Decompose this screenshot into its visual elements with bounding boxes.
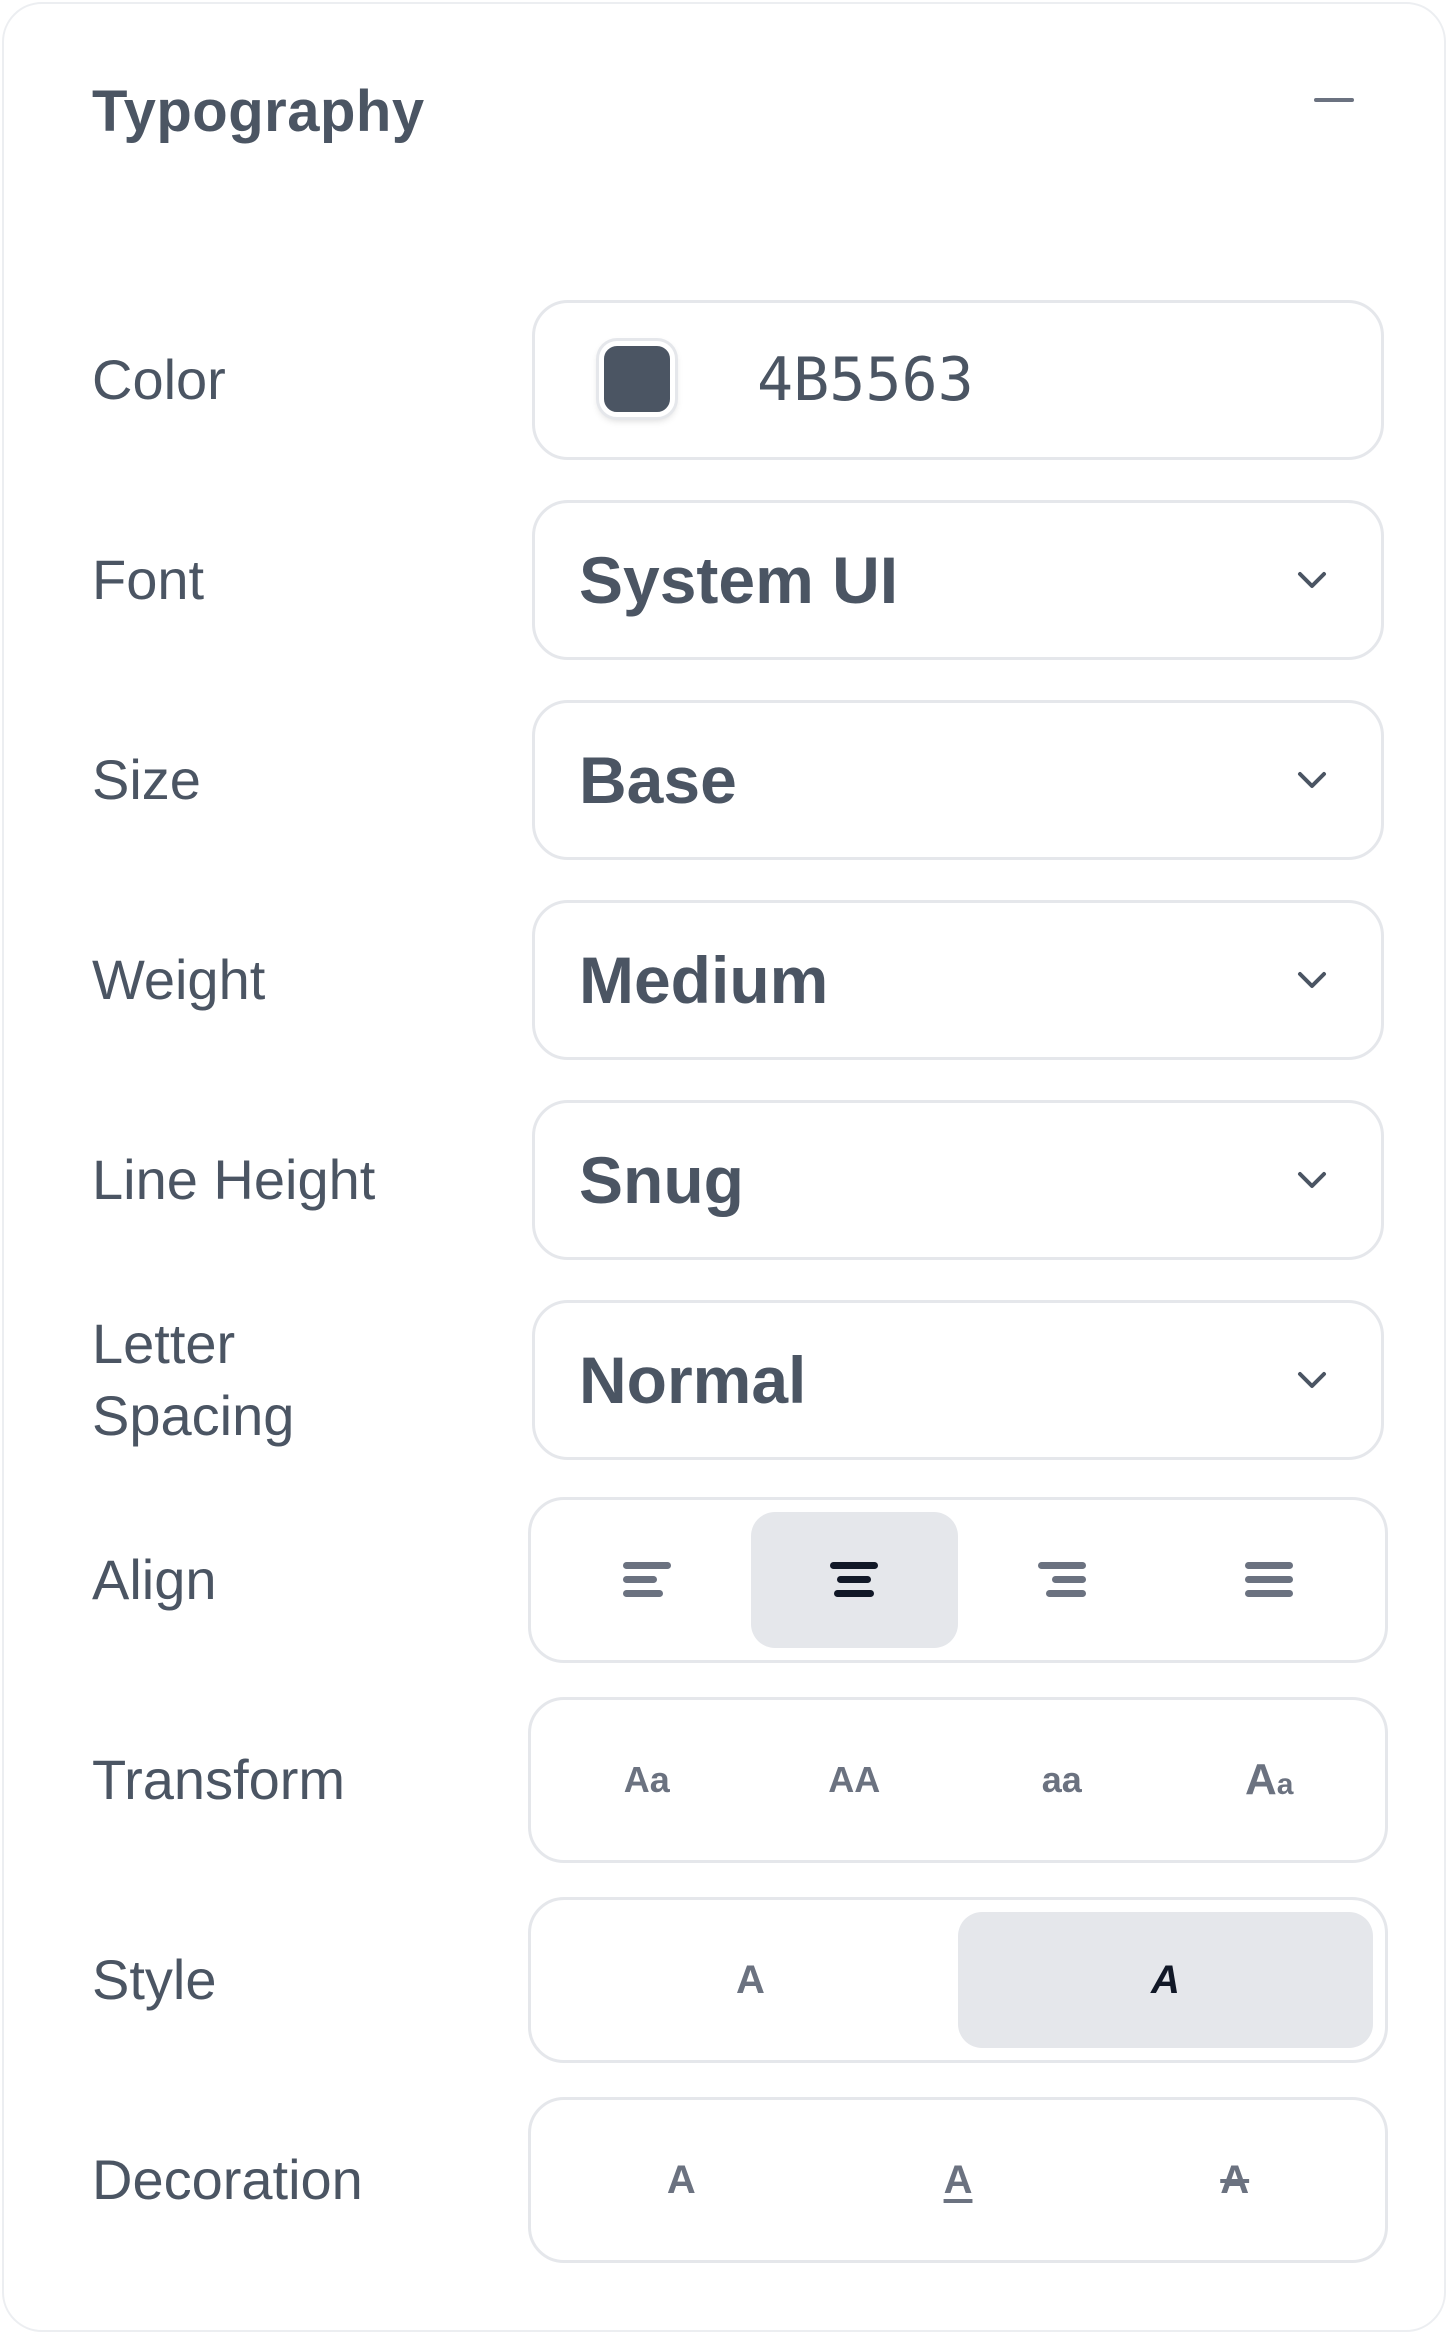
- color-field[interactable]: [532, 300, 1384, 460]
- align-justify-icon: [1245, 1562, 1294, 1597]
- letter-spacing-select[interactable]: Normal: [532, 1300, 1384, 1460]
- decoration-strikethrough-label: A: [1220, 2157, 1250, 2202]
- decoration-underline-button[interactable]: A: [820, 2112, 1097, 2248]
- decoration-strikethrough-button[interactable]: A: [1096, 2112, 1373, 2248]
- align-segmented-control: [528, 1497, 1388, 1663]
- panel-title: Typography: [92, 79, 425, 144]
- font-select[interactable]: System UI: [532, 500, 1384, 660]
- align-left-icon: [622, 1562, 671, 1597]
- color-hex-input[interactable]: [757, 345, 1317, 415]
- font-label: Font: [92, 548, 205, 611]
- chevron-down-icon: [1298, 1172, 1326, 1188]
- align-right-icon: [1037, 1562, 1086, 1597]
- align-center-icon: [830, 1562, 879, 1597]
- style-normal-label: A: [736, 1957, 765, 2002]
- align-right-button[interactable]: [958, 1512, 1166, 1648]
- letter-spacing-label: Letter Spacing: [92, 1308, 492, 1452]
- decoration-none-button[interactable]: A: [543, 2112, 820, 2248]
- align-center-button[interactable]: [750, 1512, 958, 1648]
- transform-segmented-control: Aa AA aa Aa: [528, 1697, 1388, 1863]
- transform-uppercase-label: AA: [828, 1759, 881, 1800]
- transform-none-small-letter: a: [1276, 1768, 1294, 1801]
- size-row: Size Base: [4, 700, 1444, 860]
- weight-select-value: Medium: [579, 943, 829, 1017]
- color-row: Color: [4, 300, 1444, 460]
- transform-lowercase-label: aa: [1041, 1759, 1082, 1800]
- chevron-down-icon: [1298, 1372, 1326, 1388]
- letter-spacing-label-line2: Spacing: [92, 1384, 295, 1447]
- weight-select[interactable]: Medium: [532, 900, 1384, 1060]
- size-label: Size: [92, 748, 201, 811]
- transform-label: Transform: [92, 1748, 346, 1811]
- font-select-value: System UI: [579, 543, 899, 617]
- decoration-none-label: A: [666, 2157, 696, 2202]
- typography-panel: Typography Color Font System UI Size Bas…: [2, 2, 1446, 2332]
- color-label: Color: [92, 348, 226, 411]
- style-row: Style A A: [4, 1897, 1444, 2063]
- chevron-down-icon: [1298, 572, 1326, 588]
- style-segmented-control: A A: [528, 1897, 1388, 2063]
- decoration-underline-label: A: [943, 2157, 973, 2202]
- align-justify-button[interactable]: [1166, 1512, 1374, 1648]
- transform-lowercase-button[interactable]: aa: [958, 1712, 1166, 1848]
- transform-capitalize-label: Aa: [623, 1759, 670, 1800]
- style-normal-button[interactable]: A: [543, 1912, 958, 2048]
- line-height-label: Line Height: [92, 1148, 376, 1211]
- align-label: Align: [92, 1548, 217, 1611]
- line-height-select-value: Snug: [579, 1143, 744, 1217]
- transform-none-button[interactable]: Aa: [1166, 1712, 1374, 1848]
- chevron-down-icon: [1298, 972, 1326, 988]
- font-row: Font System UI: [4, 500, 1444, 660]
- letter-spacing-select-value: Normal: [579, 1343, 807, 1417]
- decoration-segmented-control: A A A: [528, 2097, 1388, 2263]
- letter-spacing-row: Letter Spacing Normal: [4, 1300, 1444, 1460]
- style-label: Style: [92, 1948, 217, 2011]
- chevron-down-icon: [1298, 772, 1326, 788]
- collapse-button[interactable]: [1304, 74, 1364, 124]
- transform-none-big-letter: A: [1245, 1755, 1277, 1804]
- letter-spacing-label-line1: Letter: [92, 1312, 236, 1375]
- line-height-select[interactable]: Snug: [532, 1100, 1384, 1260]
- transform-uppercase-button[interactable]: AA: [751, 1712, 959, 1848]
- panel-header: Typography: [4, 4, 1444, 214]
- weight-row: Weight Medium: [4, 900, 1444, 1060]
- line-height-row: Line Height Snug: [4, 1100, 1444, 1260]
- align-row: Align: [4, 1497, 1444, 1663]
- align-left-button[interactable]: [543, 1512, 751, 1648]
- size-select-value: Base: [579, 743, 737, 817]
- decoration-label: Decoration: [92, 2148, 363, 2211]
- transform-none-label: Aa: [1245, 1755, 1293, 1805]
- minus-icon: [1314, 98, 1354, 102]
- size-select[interactable]: Base: [532, 700, 1384, 860]
- color-swatch[interactable]: [599, 341, 675, 417]
- decoration-row: Decoration A A A: [4, 2097, 1444, 2263]
- transform-row: Transform Aa AA aa Aa: [4, 1697, 1444, 1863]
- style-italic-label: A: [1151, 1957, 1180, 2002]
- style-italic-button[interactable]: A: [958, 1912, 1373, 2048]
- weight-label: Weight: [92, 948, 266, 1011]
- transform-capitalize-button[interactable]: Aa: [543, 1712, 751, 1848]
